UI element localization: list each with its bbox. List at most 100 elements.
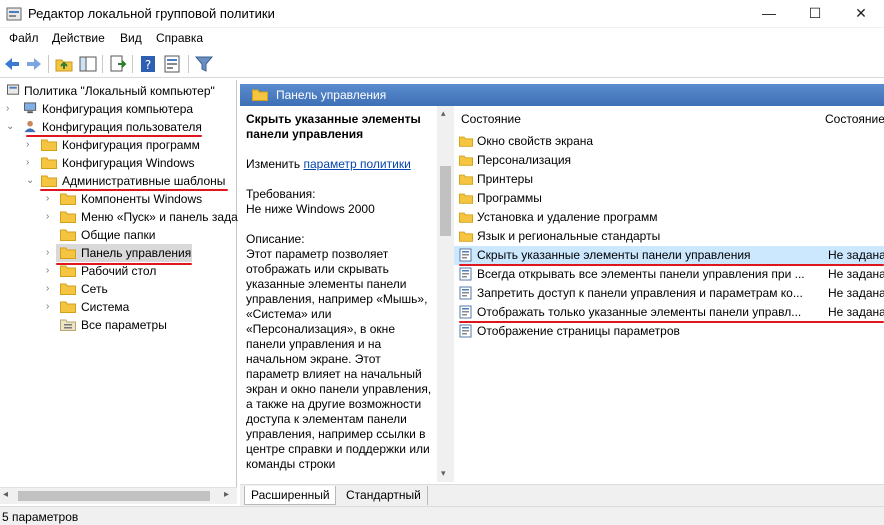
tree-item-windows-config[interactable]: › Конфигурация Windows: [0, 154, 237, 172]
policy-row[interactable]: Всегда открывать все элементы панели упр…: [454, 265, 884, 284]
scroll-up-arrow-icon[interactable]: ▴: [441, 108, 446, 119]
list-item-name: Язык и региональные стандарты: [477, 229, 661, 243]
list-item[interactable]: Окно свойств экрана: [454, 132, 884, 151]
chevron-down-icon[interactable]: ⌄: [6, 121, 16, 133]
tree-item-network[interactable]: › Сеть: [0, 280, 237, 298]
folder-icon: [252, 89, 268, 101]
folder-icon: [60, 301, 76, 313]
description-scrollbar[interactable]: ▴ ▾: [437, 106, 454, 482]
scroll-left-arrow-icon[interactable]: ◂: [3, 489, 8, 500]
window-title: Редактор локальной групповой политики: [28, 6, 275, 21]
tree-item-shared-folders[interactable]: Общие папки: [0, 226, 237, 244]
tree-item-label: Политика "Локальный компьютер": [24, 84, 215, 98]
policy-setting-icon: [459, 248, 472, 262]
tree-item-user-config[interactable]: ⌄ Конфигурация пользователя: [0, 118, 237, 137]
edit-policy-link[interactable]: параметр политики: [303, 157, 410, 171]
tree-item-label: Сеть: [81, 282, 108, 296]
up-folder-icon[interactable]: [54, 54, 74, 74]
list-item[interactable]: Программы: [454, 189, 884, 208]
tree-item-system[interactable]: › Система: [0, 298, 237, 316]
policy-name: Всегда открывать все элементы панели упр…: [477, 267, 805, 281]
chevron-right-icon[interactable]: ›: [46, 247, 56, 259]
policy-row[interactable]: Отображать только указанные элементы пан…: [454, 303, 884, 322]
chevron-right-icon[interactable]: ›: [6, 103, 16, 115]
tree-item-computer-config[interactable]: › Конфигурация компьютера: [0, 100, 237, 118]
policy-name: Отображение страницы параметров: [477, 324, 680, 338]
tab-standard[interactable]: Стандартный: [342, 486, 428, 505]
tab-extended[interactable]: Расширенный: [244, 486, 336, 505]
menu-help[interactable]: Справка: [156, 31, 203, 45]
scroll-down-arrow-icon[interactable]: ▾: [441, 468, 446, 479]
tree-item-label: Все параметры: [81, 318, 167, 332]
tree-item-label: Конфигурация пользователя: [42, 120, 202, 134]
menu-file[interactable]: Файл: [9, 31, 39, 45]
back-icon[interactable]: [2, 54, 22, 74]
tree-item-label: Система: [81, 300, 130, 314]
policy-row[interactable]: Запретить доступ к панели управления и п…: [454, 284, 884, 303]
properties-icon[interactable]: [162, 54, 182, 74]
folder-icon: [41, 139, 57, 151]
folder-icon: [60, 247, 76, 259]
tree-item-start-menu[interactable]: › Меню «Пуск» и панель зада: [0, 208, 238, 226]
tree-item-program-config[interactable]: › Конфигурация программ: [0, 136, 237, 154]
policy-setting-icon: [459, 324, 472, 338]
chevron-right-icon[interactable]: ›: [46, 283, 56, 295]
list-item[interactable]: Принтеры: [454, 170, 884, 189]
policy-row-selected[interactable]: Скрыть указанные элементы панели управле…: [454, 246, 884, 265]
minimize-button[interactable]: —: [746, 0, 792, 28]
tree-item-control-panel[interactable]: › Панель управления: [0, 244, 237, 265]
list-item[interactable]: Персонализация: [454, 151, 884, 170]
chevron-right-icon[interactable]: ›: [46, 265, 56, 277]
scroll-right-arrow-icon[interactable]: ▸: [224, 489, 229, 500]
view-tabs: Расширенный Стандартный: [240, 484, 884, 506]
list-item-name: Окно свойств экрана: [477, 134, 594, 148]
chevron-right-icon[interactable]: ›: [46, 301, 56, 313]
folder-icon: [60, 193, 76, 205]
scrollbar-thumb[interactable]: [18, 491, 210, 501]
folder-icon: [41, 175, 57, 187]
policy-state: Не задана: [828, 286, 884, 300]
menu-view[interactable]: Вид: [120, 31, 142, 45]
close-button[interactable]: ✕: [838, 0, 884, 28]
chevron-right-icon[interactable]: ›: [46, 193, 56, 205]
computer-icon: [24, 102, 37, 114]
policy-name: Скрыть указанные элементы панели управле…: [477, 248, 751, 262]
tree-item-label: Общие папки: [81, 228, 156, 242]
description-scrollbar-thumb[interactable]: [440, 166, 451, 236]
chevron-right-icon[interactable]: ›: [26, 139, 36, 151]
chevron-right-icon[interactable]: ›: [26, 157, 36, 169]
list-item[interactable]: Язык и региональные стандарты: [454, 227, 884, 246]
column-header-state-2[interactable]: Состояние: [825, 112, 884, 126]
all-settings-folder-icon: [60, 319, 76, 331]
edit-prefix: Изменить: [246, 157, 304, 171]
tree-item-label: Конфигурация Windows: [62, 156, 195, 170]
help-icon[interactable]: ?: [138, 54, 158, 74]
column-header-state[interactable]: Состояние: [461, 112, 521, 126]
computer-policy-icon: [7, 84, 20, 95]
chevron-down-icon[interactable]: ⌄: [26, 175, 36, 187]
description-text: Этот параметр позволяет отображать или с…: [246, 247, 432, 471]
toolbar: ?: [0, 50, 884, 78]
toolbar-separator: [102, 55, 103, 73]
forward-icon[interactable]: [24, 54, 44, 74]
filter-icon[interactable]: [194, 54, 214, 74]
tree-item-windows-components[interactable]: › Компоненты Windows: [0, 190, 237, 208]
tree-horizontal-scrollbar[interactable]: ◂ ▸: [0, 487, 237, 504]
list-item[interactable]: Установка и удаление программ: [454, 208, 884, 227]
tree-item-all-params[interactable]: Все параметры: [0, 316, 237, 334]
tree-item-desktop[interactable]: › Рабочий стол: [0, 262, 237, 280]
show-hide-tree-icon[interactable]: [78, 54, 98, 74]
chevron-right-icon[interactable]: ›: [46, 211, 56, 223]
maximize-button[interactable]: ☐: [792, 0, 838, 28]
svg-text:?: ?: [145, 58, 151, 72]
settings-list: Состояние Состояние Окно свойств экрана …: [454, 106, 884, 482]
menu-action[interactable]: Действие: [52, 31, 105, 45]
export-list-icon[interactable]: [108, 54, 128, 74]
description-label: Описание:: [246, 232, 305, 246]
folder-icon: [459, 155, 473, 166]
tree-item-admin-templates[interactable]: ⌄ Административные шаблоны: [0, 172, 237, 191]
description-pane: Скрыть указанные элементы панели управле…: [246, 112, 436, 482]
tree-item-root[interactable]: Политика "Локальный компьютер": [0, 82, 237, 100]
policy-row[interactable]: Отображение страницы параметров: [454, 322, 884, 341]
folder-icon: [60, 229, 76, 241]
